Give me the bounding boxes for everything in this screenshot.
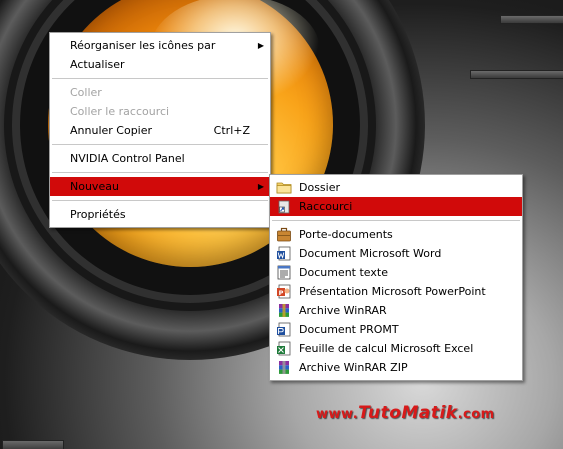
promt-document-icon [277, 322, 291, 337]
menu-item-label: Porte-documents [299, 228, 393, 241]
submenu-item-text-document[interactable]: Document texte [270, 263, 522, 282]
menu-item-new[interactable]: Nouveau ▶ [50, 177, 270, 196]
svg-text:P: P [279, 289, 284, 297]
watermark: www.TutoMatik.com [316, 403, 495, 423]
submenu-item-excel[interactable]: Feuille de calcul Microsoft Excel [270, 339, 522, 358]
submenu-item-powerpoint[interactable]: P Présentation Microsoft PowerPoint [270, 282, 522, 301]
menu-item-label: Annuler Copier [70, 124, 153, 137]
menu-item-label: Coller le raccourci [70, 105, 170, 118]
menu-item-nvidia-control-panel[interactable]: NVIDIA Control Panel [50, 149, 270, 168]
wallpaper-bar [470, 70, 563, 79]
menu-separator [52, 200, 268, 201]
menu-item-label: NVIDIA Control Panel [70, 152, 185, 165]
briefcase-icon [277, 227, 291, 242]
menu-item-refresh[interactable]: Actualiser [50, 55, 270, 74]
menu-item-label: Nouveau [70, 180, 119, 193]
menu-item-label: Dossier [299, 181, 341, 194]
menu-item-label: Réorganiser les icônes par [70, 39, 216, 52]
text-document-icon [277, 265, 291, 280]
menu-item-arrange-icons[interactable]: Réorganiser les icônes par ▶ [50, 36, 270, 55]
winrar-zip-icon [279, 361, 289, 374]
submenu-item-winrar-zip[interactable]: Archive WinRAR ZIP [270, 358, 522, 377]
folder-icon [276, 182, 292, 194]
submenu-item-promt-document[interactable]: Document PROMT [270, 320, 522, 339]
new-submenu: Dossier Raccourci Porte-documents Docume… [269, 174, 523, 381]
menu-separator [272, 220, 520, 221]
menu-item-label: Présentation Microsoft PowerPoint [299, 285, 486, 298]
menu-separator [52, 78, 268, 79]
menu-separator [52, 172, 268, 173]
wallpaper-bar [2, 440, 64, 449]
menu-item-label: Document texte [299, 266, 388, 279]
submenu-item-word-document[interactable]: Document Microsoft Word [270, 244, 522, 263]
shortcut-icon [278, 200, 290, 214]
menu-item-label: Feuille de calcul Microsoft Excel [299, 342, 474, 355]
submenu-arrow-icon: ▶ [257, 41, 264, 50]
menu-item-shortcut: Ctrl+Z [213, 124, 250, 137]
submenu-item-shortcut[interactable]: Raccourci [270, 197, 522, 216]
menu-item-paste-shortcut[interactable]: Coller le raccourci [50, 102, 270, 121]
submenu-item-briefcase[interactable]: Porte-documents [270, 225, 522, 244]
menu-item-label: Actualiser [70, 58, 125, 71]
submenu-arrow-icon: ▶ [257, 182, 264, 191]
menu-item-label: Archive WinRAR [299, 304, 387, 317]
wallpaper-bar [500, 15, 563, 24]
excel-icon [277, 341, 291, 356]
menu-item-label: Document Microsoft Word [299, 247, 442, 260]
menu-item-properties[interactable]: Propriétés [50, 205, 270, 224]
menu-item-label: Coller [70, 86, 102, 99]
menu-separator [52, 144, 268, 145]
word-document-icon [277, 246, 291, 261]
menu-item-label: Propriétés [70, 208, 126, 221]
winrar-archive-icon [279, 304, 289, 317]
submenu-item-folder[interactable]: Dossier [270, 178, 522, 197]
menu-item-paste[interactable]: Coller [50, 83, 270, 102]
menu-item-label: Archive WinRAR ZIP [299, 361, 408, 374]
submenu-item-winrar-archive[interactable]: Archive WinRAR [270, 301, 522, 320]
desktop-context-menu: Réorganiser les icônes par ▶ Actualiser … [49, 32, 271, 228]
menu-item-label: Raccourci [299, 200, 353, 213]
menu-item-label: Document PROMT [299, 323, 399, 336]
menu-item-undo-copy[interactable]: Annuler Copier Ctrl+Z [50, 121, 270, 140]
powerpoint-icon: P [277, 284, 291, 299]
